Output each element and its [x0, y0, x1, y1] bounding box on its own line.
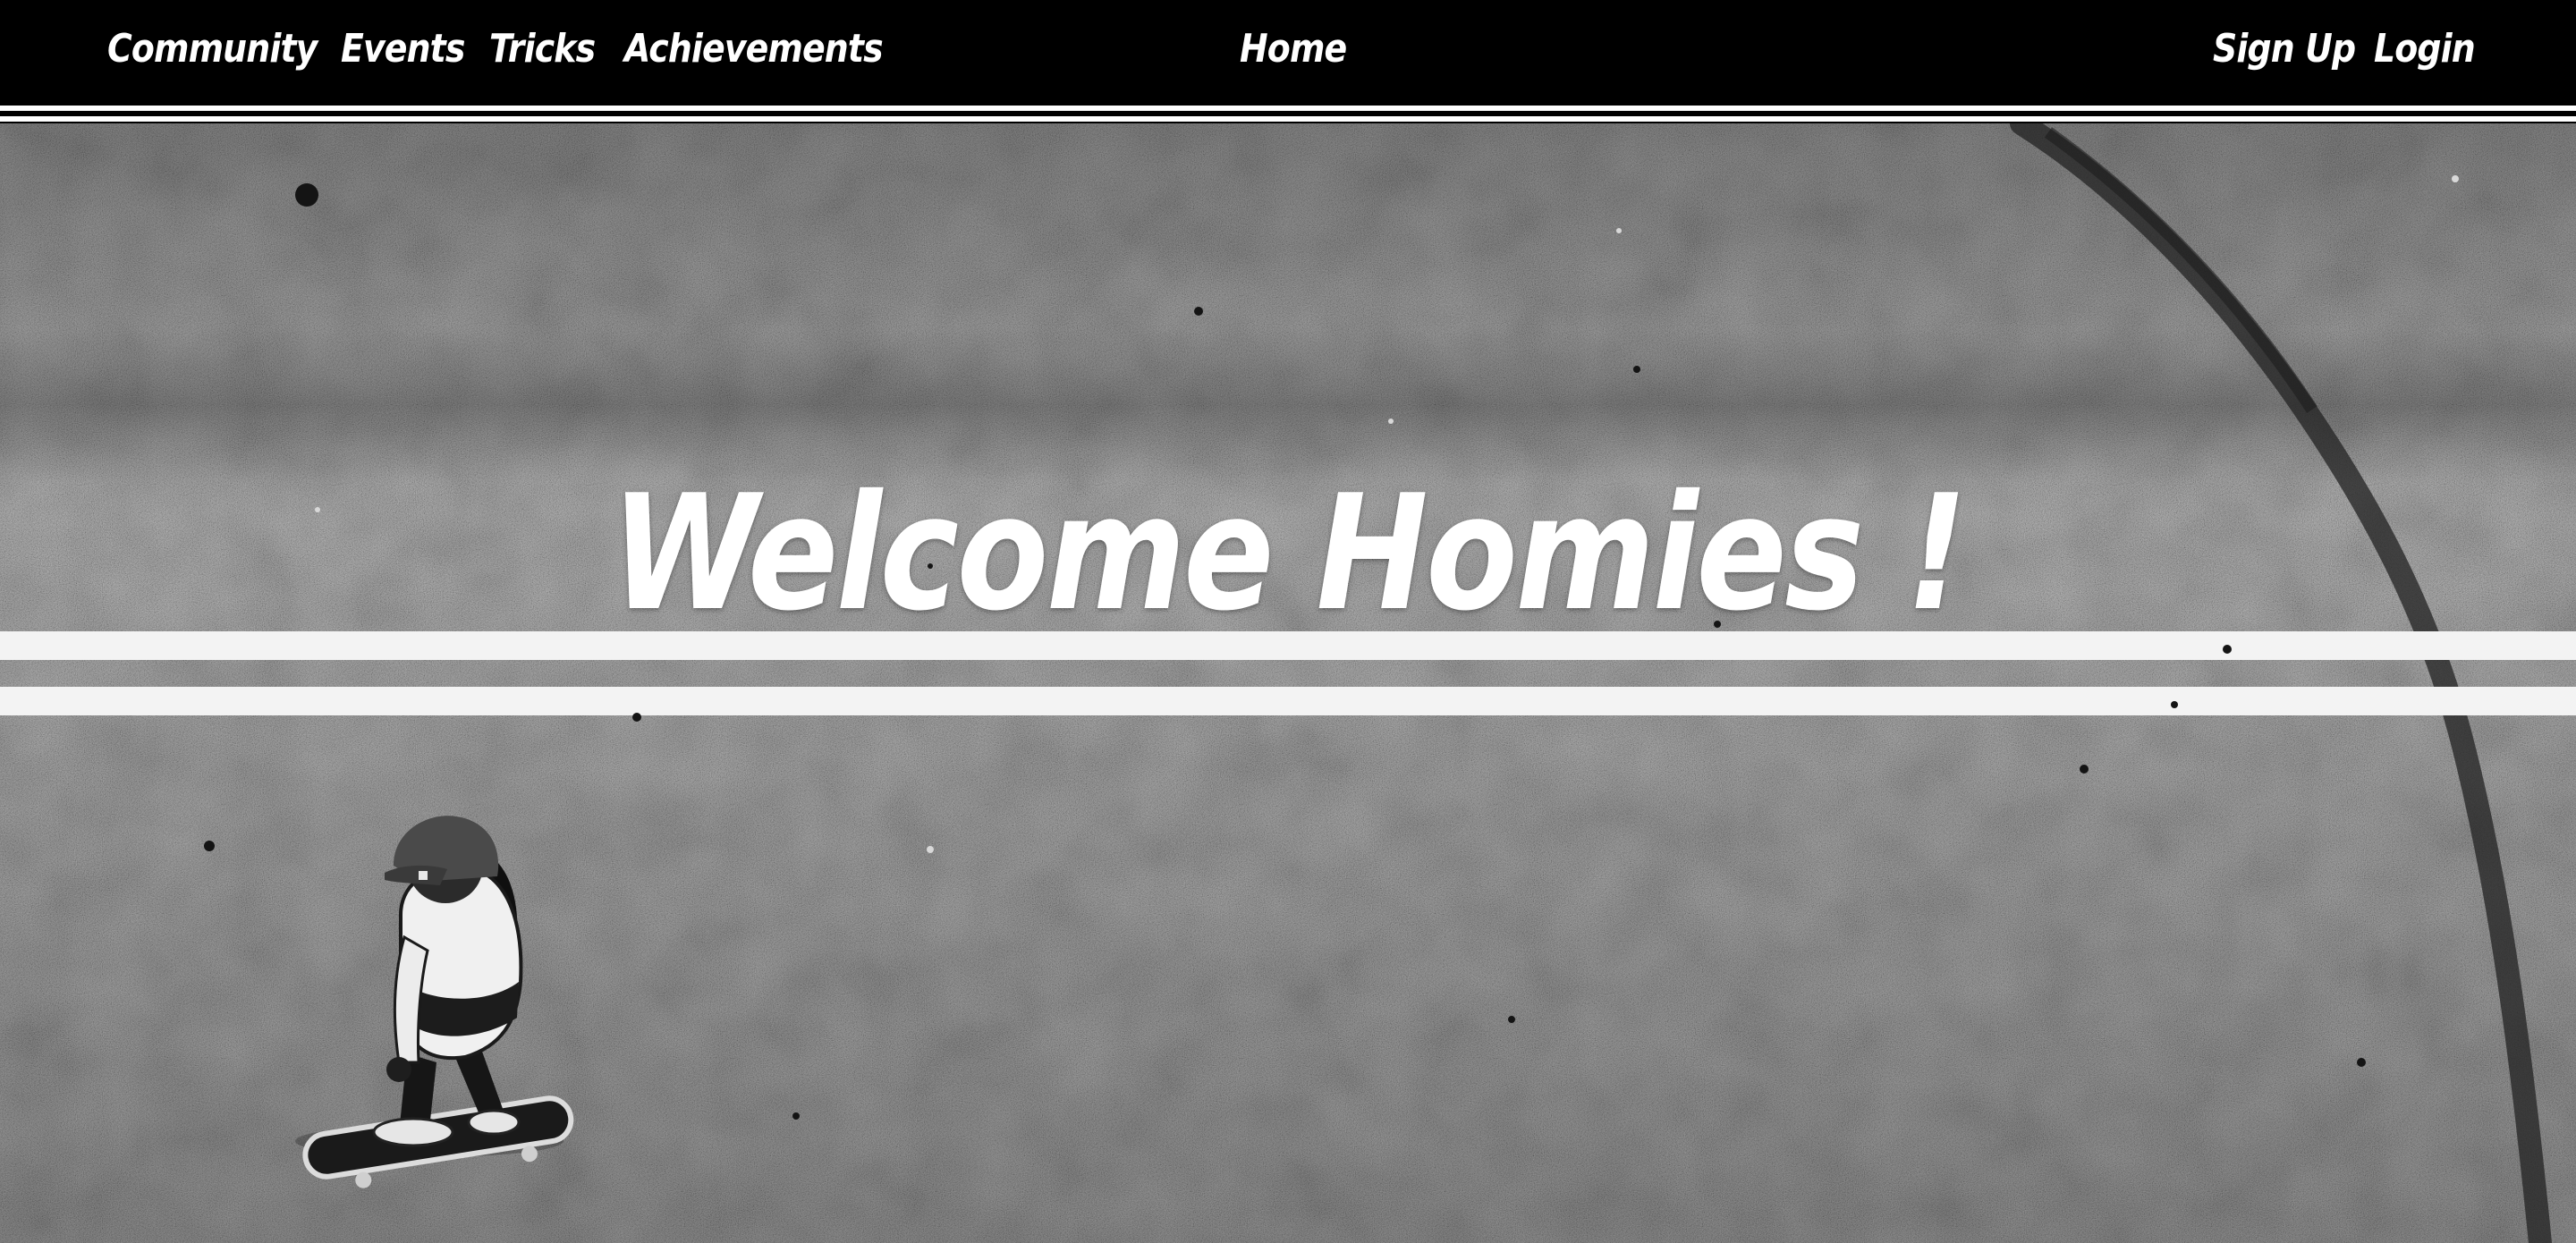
road-line-lower: [0, 687, 2576, 715]
top-navbar: Community Events Tricks Achievements Hom…: [0, 0, 2576, 122]
nav-divider-lower: [0, 116, 2576, 122]
nav-link-events[interactable]: Events: [341, 20, 465, 79]
hero-banner: Welcome Homies !: [0, 123, 2576, 1243]
asphalt-shading: [0, 123, 2576, 1243]
hero-title: Welcome Homies !: [611, 461, 1967, 647]
nav-divider-upper: [0, 106, 2576, 111]
nav-link-login[interactable]: Login: [2374, 20, 2476, 79]
nav-link-home[interactable]: Home: [1240, 20, 1347, 79]
nav-link-community[interactable]: Community: [107, 20, 318, 79]
nav-link-achievements[interactable]: Achievements: [624, 20, 884, 79]
page: Community Events Tricks Achievements Hom…: [0, 0, 2576, 1243]
nav-link-sign-up[interactable]: Sign Up: [2213, 20, 2356, 79]
hero-background-image: [0, 123, 2576, 1243]
nav-link-tricks[interactable]: Tricks: [489, 20, 596, 79]
